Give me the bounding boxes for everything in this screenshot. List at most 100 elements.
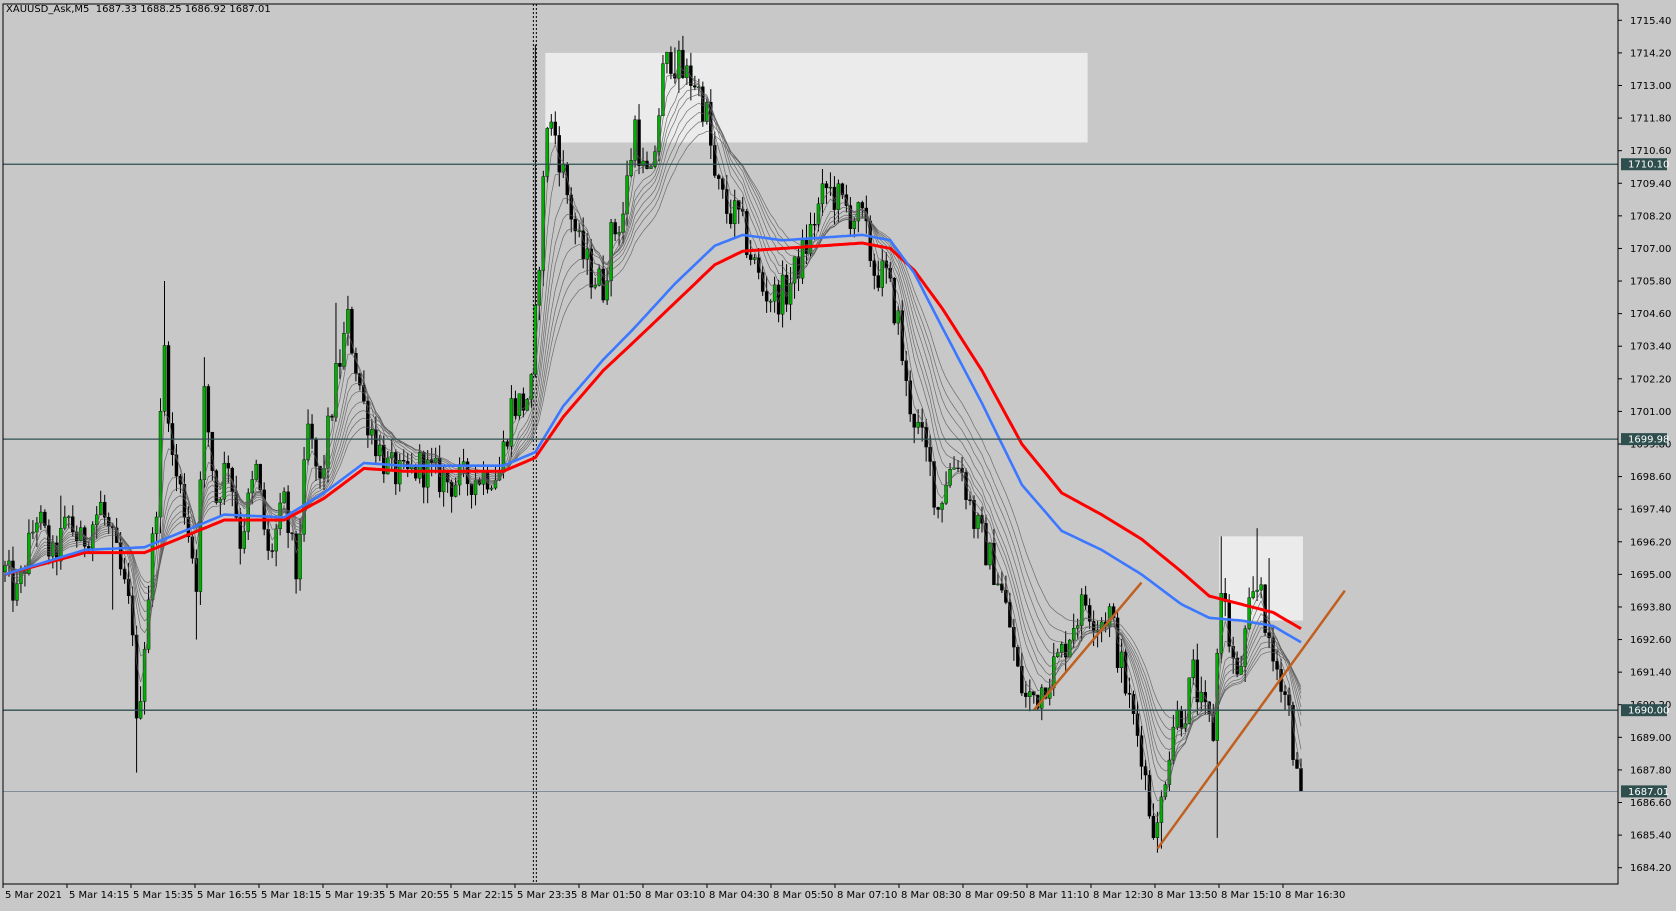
candle-body [812,224,817,226]
candle-body [1151,815,1156,838]
candle-body [1247,597,1251,629]
candle-body [916,421,920,428]
candle-body [768,300,773,303]
candle-body [665,51,669,64]
candle-body [996,583,1000,586]
x-tick-label: 5 Mar 22:15 [453,890,513,901]
level-price-label: 1690.00 [1628,706,1669,717]
y-tick-label: 1702.20 [1630,374,1671,385]
candle-body [338,363,342,367]
x-tick-label: 5 Mar 20:55 [389,890,449,901]
candle-body [725,189,729,214]
x-tick-label: 5 Mar 15:35 [133,890,193,901]
y-tick-label: 1687.80 [1630,765,1671,776]
y-tick-label: 1704.60 [1630,309,1671,320]
candle-body [1171,726,1176,761]
current-price-label: 1687.01 [1628,787,1669,798]
candle-body [425,459,430,488]
candle-body [1175,710,1180,728]
candle-body [760,272,765,292]
candle-body [310,423,314,439]
candle-body [39,511,43,524]
y-tick-label: 1692.60 [1630,635,1671,646]
candle-body [553,121,558,136]
x-tick-label: 5 Mar 19:35 [325,890,385,901]
level-price-label: 1699.98 [1628,435,1669,446]
candle[interactable] [198,471,203,606]
candle[interactable] [701,81,705,127]
candle-body [306,423,310,460]
y-tick-label: 1697.40 [1630,505,1671,516]
y-tick-label: 1691.40 [1630,668,1671,679]
candle-body [1295,759,1299,769]
candle-body [270,550,274,552]
candle-body [633,119,637,161]
x-tick-label: 8 Mar 05:50 [773,890,833,901]
candle-body [940,502,944,510]
y-tick-label: 1689.00 [1630,733,1671,744]
chart-area[interactable]: 1715.40 1714.20 1713.00 1711.80 1710.60 1709.… [0,0,1676,907]
candle-body [461,461,466,465]
candle-body [67,516,71,518]
candle-body [968,499,972,501]
x-tick-label: 8 Mar 08:30 [901,890,961,901]
candle-body [1195,659,1200,703]
candle-body [593,285,597,288]
x-tick-label: 8 Mar 13:50 [1157,890,1217,901]
candle-body [729,213,733,225]
candle-body [437,458,442,493]
candle-body [473,479,478,495]
candle-body [824,183,829,189]
x-tick-label: 8 Mar 07:10 [837,890,897,901]
y-tick-label: 1713.00 [1630,81,1671,92]
candle-body [282,491,286,504]
x-tick-label: 8 Mar 15:10 [1221,890,1281,901]
x-tick-label: 8 Mar 03:10 [645,890,705,901]
y-tick-label: 1708.20 [1630,211,1671,222]
y-tick-label: 1684.20 [1630,863,1671,874]
candle-body [513,398,518,417]
candle-body [489,487,494,490]
x-tick-label: 8 Mar 09:50 [965,890,1025,901]
candle-body [370,429,374,436]
supply-zone[interactable] [545,52,1088,143]
candle-body [330,415,334,418]
candle-body [190,536,195,559]
x-tick-label: 8 Mar 01:50 [581,890,641,901]
candle[interactable] [892,276,896,326]
price-chart[interactable]: 1715.40 1714.20 1713.00 1711.80 1710.60 1709.… [0,0,1676,907]
candle-body [94,514,99,526]
y-tick-label: 1711.80 [1630,114,1671,125]
candle-body [545,128,550,177]
candle-body [31,531,35,534]
candle[interactable] [258,463,262,493]
candle-body [1191,659,1196,679]
y-tick-label: 1685.40 [1630,831,1671,842]
candle-body [1179,710,1184,729]
x-tick-label: 5 Mar 2021 [5,890,62,901]
candle-body [174,454,179,477]
candle[interactable] [661,54,665,116]
candle-body [549,121,554,129]
candle-body [1251,591,1255,598]
x-tick-label: 8 Mar 11:10 [1029,890,1089,901]
candle-body [860,202,865,209]
x-tick-label: 8 Mar 16:30 [1285,890,1345,901]
candle[interactable] [545,126,550,183]
candle-body [1255,589,1259,592]
y-tick-label: 1715.40 [1630,16,1671,27]
candle-body [449,481,454,497]
candle-body [693,85,697,88]
candle-body [1028,691,1032,697]
candle[interactable] [1123,648,1128,696]
candle-body [852,220,857,229]
candle-body [314,438,318,467]
y-tick-label: 1701.00 [1630,407,1671,418]
x-tick-label: 5 Mar 14:15 [69,890,129,901]
candle-body [202,386,207,481]
candle-body [262,489,266,530]
candle-body [764,291,769,302]
candle-body [828,186,833,189]
candle-body [872,260,877,276]
x-tick-label: 5 Mar 23:35 [517,890,577,901]
